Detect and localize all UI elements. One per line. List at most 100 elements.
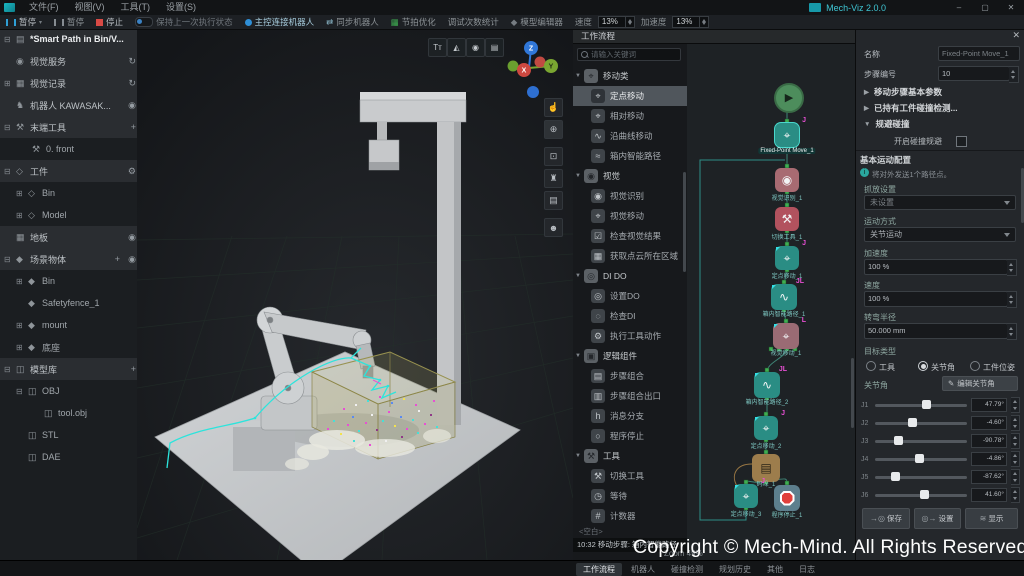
step-number-input[interactable]: 10 — [938, 66, 1010, 81]
axis-ball-neg-x[interactable] — [535, 57, 546, 68]
step-vision-move[interactable]: ⌖视觉移动 — [573, 206, 688, 226]
close-icon[interactable]: ✕ — [1012, 30, 1020, 41]
search-input[interactable] — [591, 50, 671, 59]
step-counter[interactable]: #计数器 — [573, 506, 688, 526]
flow-node-palletize[interactable]: ▤码垛_1 — [752, 454, 780, 482]
tree-item-tool-obj[interactable]: ◫tool.obj — [0, 402, 138, 424]
stepper-icon[interactable] — [1007, 291, 1017, 308]
step-group-exit[interactable]: ▥步骤组合出口 — [573, 386, 688, 406]
section-collision-avoidance[interactable]: ▼规避碰撞 — [864, 118, 909, 130]
stepper-icon[interactable] — [1011, 415, 1020, 431]
expand-icon[interactable]: ⊞ — [16, 343, 28, 352]
fit-view-button[interactable]: ⊡ — [544, 147, 563, 166]
tree-item-vision-record[interactable]: ⊞▦视觉记录↻ — [0, 72, 138, 94]
eye-icon[interactable]: ◉ — [128, 100, 136, 111]
flow-node-start[interactable]: ▶ — [774, 83, 804, 113]
collapse-icon[interactable]: ⊟ — [4, 365, 16, 374]
expand-icon[interactable]: ⊞ — [16, 321, 28, 330]
collapse-icon[interactable]: ⊟ — [16, 387, 28, 396]
tree-item-scene-bin[interactable]: ⊞◆Bin◉ — [0, 270, 138, 292]
eye-icon[interactable]: ◉ — [128, 254, 136, 265]
step-move-along-curve[interactable]: ∿沿曲线移动 — [573, 126, 688, 146]
joint-value-input[interactable]: -90.78° — [971, 434, 1007, 448]
refresh-icon[interactable]: ↻ — [128, 78, 136, 89]
expand-icon[interactable]: ⊞ — [16, 189, 28, 198]
flowchart-canvas[interactable]: ▶ ⌖JFixed-Point Move_1 ◉视觉识别_1 ⚒切换工具_1 ⌖… — [687, 28, 855, 560]
flow-node-fixed-point-move-4[interactable]: ⌖J定点移动_3 — [734, 484, 758, 508]
flow-node-vision-look[interactable]: ◉视觉识别_1 — [775, 168, 799, 192]
slider-thumb[interactable] — [908, 418, 917, 427]
caret-down-icon[interactable]: ▼ — [573, 73, 584, 79]
tab-robot[interactable]: 机器人 — [624, 563, 662, 576]
stepper-icon[interactable] — [1007, 323, 1017, 340]
step-cat-tools[interactable]: ▼⚒工具 — [573, 446, 683, 466]
tree-item-mount[interactable]: ⊞◆mount◉ — [0, 314, 138, 336]
stepper-icon[interactable] — [625, 17, 634, 27]
caret-down-icon[interactable]: ▼ — [573, 353, 584, 359]
tree-item-scene-objects[interactable]: ⊟◆场景物体+◉ — [0, 248, 138, 270]
accel-input[interactable]: 13% — [672, 16, 709, 28]
slider-thumb[interactable] — [915, 454, 924, 463]
joint-value-input[interactable]: -87.62° — [971, 470, 1007, 484]
step-change-tool[interactable]: ⚒切换工具 — [573, 466, 688, 486]
flow-node-vision-move[interactable]: ⌖L视觉移动_1 — [773, 323, 799, 349]
joint-value-input[interactable]: 41.60° — [971, 488, 1007, 502]
keep-state-toggle[interactable]: 保持上一次执行状态 — [129, 15, 239, 29]
slider-thumb[interactable] — [891, 472, 900, 481]
debug-count-button[interactable]: 调试次数统计 — [442, 15, 505, 29]
step-cat-move[interactable]: ▼⌖移动类 — [573, 66, 683, 86]
axis-ball-neg-y[interactable] — [508, 61, 519, 72]
show-pose-button[interactable]: ≋显示 — [965, 508, 1018, 529]
section-held-workobject-collision[interactable]: ▶已持有工件碰撞检测... — [864, 102, 958, 114]
orbit-view-button[interactable]: ☻ — [544, 218, 563, 237]
section-basic-move-params[interactable]: ▶移动步骤基本参数 — [864, 86, 942, 98]
step-group[interactable]: ▤步骤组合 — [573, 366, 688, 386]
orientation-gizmo[interactable]: Z Y X — [493, 38, 565, 104]
caret-down-icon[interactable]: ▼ — [573, 173, 584, 179]
tab-others[interactable]: 其他 — [760, 563, 790, 576]
library-scrollbar[interactable] — [683, 172, 686, 272]
close-button[interactable]: ✕ — [998, 0, 1024, 15]
expand-icon[interactable]: ⊞ — [16, 211, 28, 220]
menu-view[interactable]: 视图(V) — [67, 0, 113, 15]
slider-thumb[interactable] — [894, 436, 903, 445]
refresh-icon[interactable]: ↻ — [128, 56, 136, 67]
slider[interactable] — [875, 476, 967, 479]
sync-robot-button[interactable]: ⇄同步机器人 — [320, 15, 385, 29]
menu-tools[interactable]: 工具(T) — [113, 0, 159, 15]
stop-button[interactable]: 停止 — [90, 15, 129, 29]
tree-item-model-library[interactable]: ⊟◫模型库+ — [0, 358, 138, 380]
expand-icon[interactable]: ⊞ — [4, 79, 16, 88]
stepper-icon[interactable] — [1011, 397, 1020, 413]
flow-node-fixed-point-move-1[interactable]: ⌖JFixed-Point Move_1 — [775, 123, 799, 147]
turn-radius-input[interactable]: 50.000 mm — [864, 323, 1008, 339]
step-program-stop[interactable]: ○程序停止 — [573, 426, 688, 446]
tab-log[interactable]: 日志 — [792, 563, 822, 576]
viewport-3d[interactable]: Tт ◭ ◉ ▤ Z Y X ☝ ⊕ ⊡ ♜ ▤ ☻ — [137, 28, 573, 560]
visibility-button[interactable]: ◉ — [466, 38, 485, 57]
save-pose-button[interactable]: →◎保存 — [862, 508, 910, 529]
velocity-input[interactable]: 100 % — [864, 291, 1008, 307]
radio-tool[interactable]: 工具 — [866, 361, 895, 373]
collapse-icon[interactable]: ⊟ — [4, 123, 16, 132]
expand-icon[interactable]: ⊞ — [16, 277, 28, 286]
tree-item-workobjects[interactable]: ⊟◇工件⚙ — [0, 160, 138, 182]
step-set-do[interactable]: ◎设置DO — [573, 286, 688, 306]
slider-thumb[interactable] — [922, 400, 931, 409]
panel-layout-button[interactable]: ▤ — [544, 191, 563, 210]
step-cat-dido[interactable]: ▼◎DI DO — [573, 266, 683, 286]
flow-node-smart-path-1[interactable]: ∿JL箱内智能路径_1 — [771, 284, 797, 310]
flow-node-program-stop[interactable]: 程序停止_1 — [774, 485, 800, 511]
step-tool-action[interactable]: ⚙执行工具动作 — [573, 326, 688, 346]
add-icon[interactable]: + — [131, 122, 136, 132]
slider[interactable] — [875, 458, 967, 461]
robot-view-button[interactable]: ♜ — [544, 169, 563, 188]
slider[interactable] — [875, 422, 967, 425]
pan-hand-button[interactable]: ☝ — [544, 98, 563, 117]
tree-item-project[interactable]: ⊟▤*Smart Path in Bin/V... — [0, 28, 138, 50]
beat-optimize-button[interactable]: ▦节拍优化 — [385, 15, 442, 29]
radio-workobject-pose[interactable]: 工件位姿 — [970, 361, 1015, 373]
pick-place-dropdown[interactable]: 未设置 — [864, 195, 1016, 210]
model-editor-button[interactable]: ◆模型编辑器 — [505, 15, 569, 29]
slider-thumb[interactable] — [920, 490, 929, 499]
